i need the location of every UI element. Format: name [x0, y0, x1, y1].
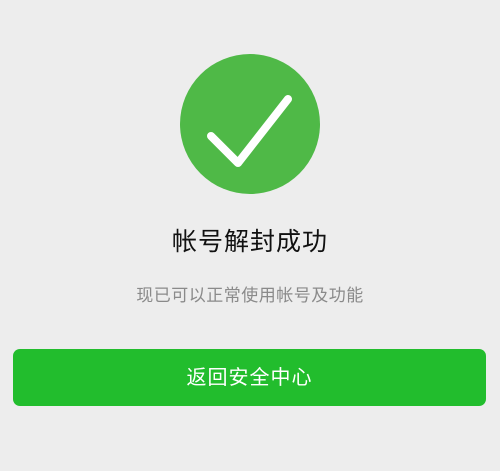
success-check-icon: [180, 54, 320, 194]
checkmark-icon: [207, 95, 292, 167]
success-title: 帐号解封成功: [171, 227, 328, 256]
back-to-security-center-button[interactable]: 返回安全中心: [13, 349, 486, 406]
success-description: 现已可以正常使用帐号及功能: [136, 286, 364, 306]
unban-success-screen: 帐号解封成功 现已可以正常使用帐号及功能 返回安全中心: [0, 0, 500, 471]
